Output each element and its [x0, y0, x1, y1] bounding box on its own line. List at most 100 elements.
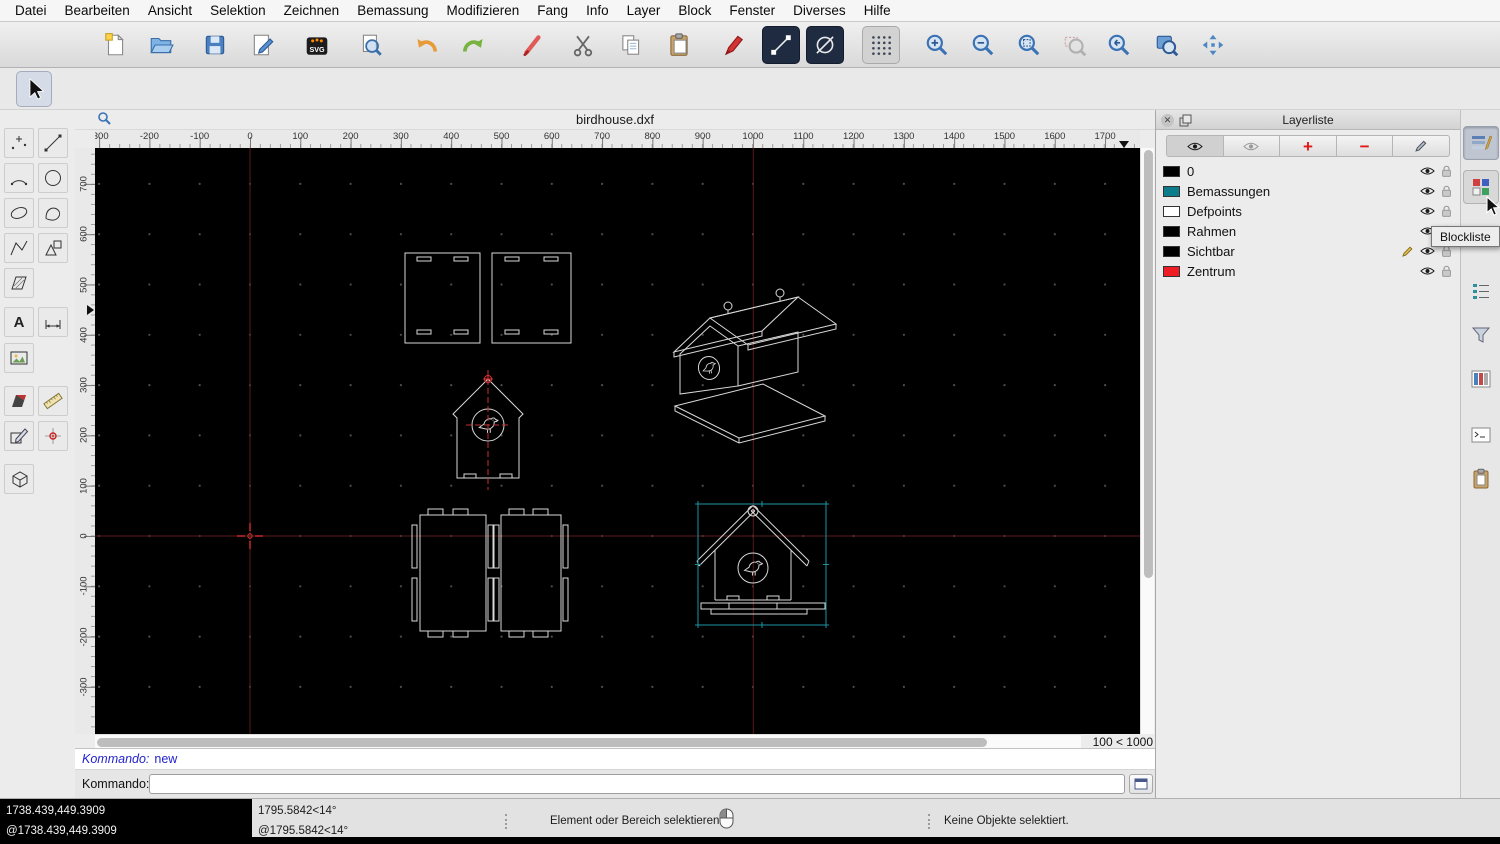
command-input[interactable]	[149, 774, 1125, 794]
layer-row[interactable]: Sichtbar	[1156, 241, 1460, 261]
open-document-button[interactable]	[142, 26, 180, 64]
layer-visibility-icon[interactable]	[1420, 166, 1435, 176]
polyline-tool-button[interactable]	[4, 233, 34, 263]
zoom-to-selection-button[interactable]	[1056, 26, 1094, 64]
zoom-in-button[interactable]	[918, 26, 956, 64]
add-layer-button[interactable]: +	[1280, 135, 1337, 157]
paste-button[interactable]	[660, 26, 698, 64]
menu-item-modifizieren[interactable]: Modifizieren	[438, 3, 529, 18]
selection-tool-button[interactable]	[16, 71, 52, 107]
grid-toggle-button[interactable]	[862, 26, 900, 64]
image-tool-button[interactable]	[4, 343, 34, 373]
edit-layer-button[interactable]	[1393, 135, 1450, 157]
bottom-panel-right[interactable]	[493, 508, 569, 638]
menu-item-bearbeiten[interactable]: Bearbeiten	[56, 3, 139, 18]
menu-item-layer[interactable]: Layer	[618, 3, 670, 18]
points-tool-button[interactable]	[4, 128, 34, 158]
drawing-preferences-button[interactable]	[244, 26, 282, 64]
arc-tool-button[interactable]	[4, 163, 34, 193]
print-preview-button[interactable]	[352, 26, 390, 64]
command-line-panel-button[interactable]	[1463, 418, 1499, 452]
snap-tool-button[interactable]	[38, 421, 68, 451]
redo-button[interactable]	[454, 26, 492, 64]
ellipse-tool-button[interactable]	[4, 198, 34, 228]
layer-panel-header[interactable]: ✕ Layerliste	[1156, 110, 1460, 130]
menu-item-datei[interactable]: Datei	[6, 3, 56, 18]
shapes-tool-button[interactable]	[38, 233, 68, 263]
menu-item-ansicht[interactable]: Ansicht	[139, 3, 201, 18]
dimension-tool-button[interactable]	[38, 307, 68, 337]
delete-button[interactable]	[514, 26, 552, 64]
menu-item-selektion[interactable]: Selektion	[201, 3, 275, 18]
view-list-panel-button[interactable]	[1463, 274, 1499, 308]
layer-visibility-icon[interactable]	[1420, 246, 1435, 256]
layer-visibility-icon[interactable]	[1420, 206, 1435, 216]
layer-row[interactable]: Zentrum	[1156, 261, 1460, 281]
layer-lock-icon[interactable]	[1441, 185, 1452, 198]
layer-lock-icon[interactable]	[1441, 205, 1452, 218]
menu-item-fenster[interactable]: Fenster	[720, 3, 784, 18]
drawing-area[interactable]	[95, 148, 1140, 734]
hruler-label: 600	[543, 131, 560, 142]
zoom-out-button[interactable]	[964, 26, 1002, 64]
solid-fill-tool-button[interactable]	[4, 386, 34, 416]
modify-tool-button[interactable]	[4, 421, 34, 451]
auto-zoom-button[interactable]	[1010, 26, 1048, 64]
draw-pen-button[interactable]	[714, 26, 752, 64]
menu-item-hilfe[interactable]: Hilfe	[855, 3, 900, 18]
menu-item-diverses[interactable]: Diverses	[784, 3, 855, 18]
show-all-layers-button[interactable]	[1166, 135, 1224, 157]
clipboard-panel-button[interactable]	[1463, 462, 1499, 496]
document-titlebar[interactable]: birdhouse.dxf	[75, 110, 1155, 130]
circle-tool-palette-button[interactable]	[38, 163, 68, 193]
block-3d-tool-button[interactable]	[4, 464, 34, 494]
remove-layer-button[interactable]: −	[1336, 135, 1394, 157]
new-zoom-window-button[interactable]	[1148, 26, 1186, 64]
menu-item-bemassung[interactable]: Bemassung	[348, 3, 437, 18]
side-panel-top-right[interactable]	[491, 252, 572, 344]
vertical-scrollbar[interactable]	[1140, 148, 1154, 734]
circle-tool-button[interactable]	[806, 26, 844, 64]
isometric-birdhouse[interactable]	[672, 288, 838, 444]
hide-all-layers-button[interactable]	[1223, 135, 1281, 157]
menu-item-zeichnen[interactable]: Zeichnen	[275, 3, 349, 18]
drawing-canvas[interactable]	[95, 148, 1140, 734]
horizontal-scrollbar[interactable]	[95, 734, 1081, 748]
copy-button[interactable]	[612, 26, 650, 64]
text-tool-button[interactable]: A	[4, 307, 34, 337]
undo-button[interactable]	[408, 26, 446, 64]
save-document-button[interactable]	[196, 26, 234, 64]
layer-row[interactable]: Rahmen	[1156, 221, 1460, 241]
corner-zoom-icon[interactable]	[97, 111, 112, 131]
layer-lock-icon[interactable]	[1441, 165, 1452, 178]
library-browser-panel-button[interactable]	[1463, 362, 1499, 396]
layer-list-panel-button[interactable]	[1463, 126, 1499, 160]
layer-row[interactable]: 0	[1156, 161, 1460, 181]
bottom-panel-left[interactable]	[411, 508, 494, 638]
hruler-label: 900	[694, 131, 711, 142]
line-tool-button[interactable]	[762, 26, 800, 64]
horizontal-scrollbar-thumb[interactable]	[97, 737, 987, 747]
layer-visibility-icon[interactable]	[1420, 266, 1435, 276]
pan-button[interactable]	[1194, 26, 1232, 64]
cut-button[interactable]	[564, 26, 602, 64]
previous-view-button[interactable]	[1100, 26, 1138, 64]
layer-row[interactable]: Defpoints	[1156, 201, 1460, 221]
selection-filter-panel-button[interactable]	[1463, 318, 1499, 352]
side-panel-top-left[interactable]	[404, 252, 481, 344]
line-tool-palette-button[interactable]	[38, 128, 68, 158]
menu-item-block[interactable]: Block	[669, 3, 720, 18]
new-document-button[interactable]	[96, 26, 134, 64]
command-panel-button[interactable]	[1129, 774, 1153, 794]
layer-visibility-icon[interactable]	[1420, 186, 1435, 196]
menu-item-fang[interactable]: Fang	[528, 3, 577, 18]
svg-export-button[interactable]: SVG	[298, 26, 336, 64]
layer-lock-icon[interactable]	[1441, 265, 1452, 278]
menu-item-info[interactable]: Info	[577, 3, 618, 18]
spline-tool-button[interactable]	[38, 198, 68, 228]
measure-tool-button[interactable]	[38, 386, 68, 416]
hatch-tool-button[interactable]	[4, 268, 34, 298]
vertical-scrollbar-thumb[interactable]	[1143, 150, 1153, 578]
front-view-birdhouse[interactable]	[696, 505, 826, 615]
layer-row[interactable]: Bemassungen	[1156, 181, 1460, 201]
